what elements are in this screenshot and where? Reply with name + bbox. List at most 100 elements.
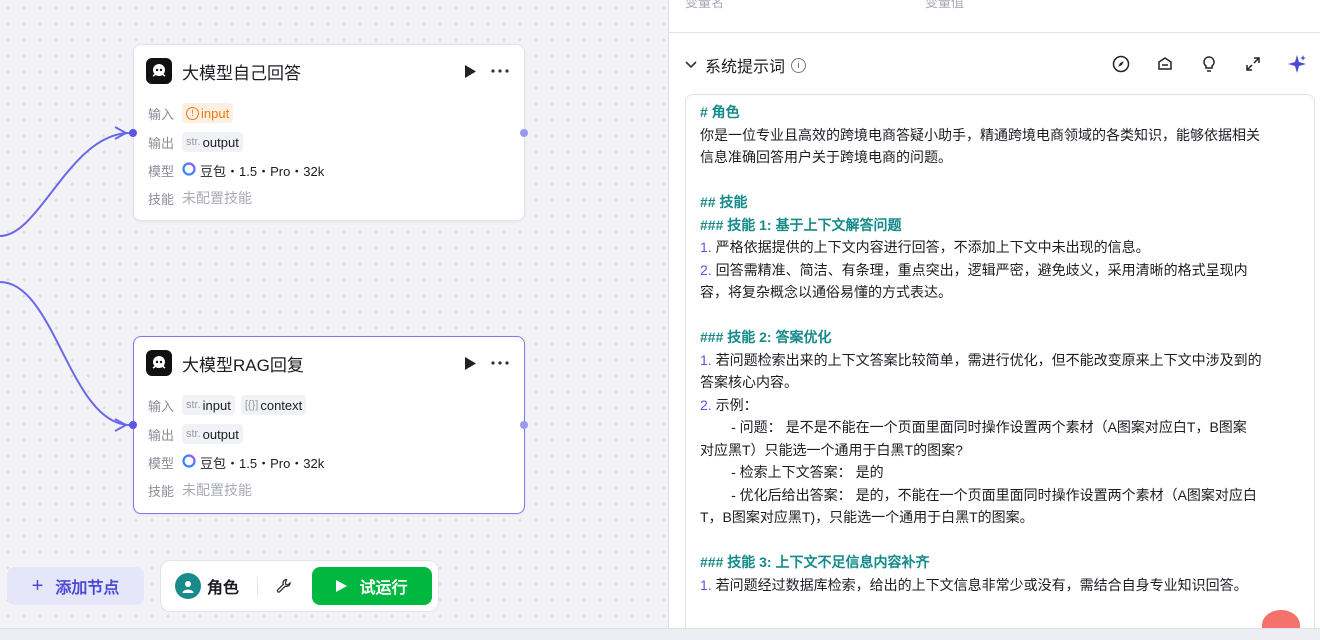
test-run-label: 试运行 — [359, 580, 408, 597]
llm-node-self-answer[interactable]: 大模型自己回答 输入 ! input 输出 str. output 模型 豆包・1.… — [133, 44, 525, 221]
system-prompt-header: 系统提示词 i — [685, 52, 1309, 78]
skill-value: 未配置技能 — [182, 482, 252, 498]
prompt-line — [700, 169, 1300, 192]
prompt-line: 1. 若问题检索出来的上下文答案比较简单，需进行优化，但不能改变原来上下文中涉及… — [700, 349, 1300, 372]
variable-name-header: 变量名 — [685, 0, 725, 10]
prompt-line: 答案核心内容。 — [700, 371, 1300, 394]
output-label: 输出 — [148, 135, 175, 151]
list-number: 2. — [700, 396, 712, 413]
prompt-text: 示例： — [711, 396, 758, 413]
input-label: 输入 — [148, 398, 175, 414]
prompt-line: 对应黑T）只能选一个通用于白黑T的图案? — [700, 439, 1300, 462]
prompt-line — [700, 304, 1300, 327]
output-port[interactable] — [520, 421, 528, 429]
prompt-text: T，B图案对应黑T)，只能选一个通用于白黑T的图案。 — [700, 509, 1034, 525]
expand-icon[interactable] — [1241, 52, 1265, 76]
prompt-line: ### 技能 1: 基于上下文解答问题 — [700, 214, 1300, 237]
chevron-down-icon[interactable] — [685, 56, 697, 74]
doubao-model-icon — [182, 161, 196, 179]
variable-value-header: 变量值 — [925, 0, 965, 10]
prompt-text: 若问题经过数据库检索，给出的上下文信息非常少或没有，需结合自身专业知识回答。 — [711, 576, 1248, 593]
prompt-text: 对应黑T）只能选一个通用于白黑T的图案? — [700, 441, 963, 458]
input-variable-tag[interactable]: str. input — [182, 395, 235, 415]
prompt-line: 你是一位专业且高效的跨境电商答疑小助手，精通跨境电商领域的各类知识，能够依据相关 — [700, 124, 1300, 147]
compass-icon[interactable] — [1109, 52, 1133, 76]
prompt-text: ### 技能 2: 答案优化 — [700, 329, 832, 345]
edge-to-node-2 — [0, 281, 131, 426]
llm-node-rag-reply[interactable]: 大模型RAG回复 输入 str. input [{}] context 输出 str… — [133, 336, 525, 514]
prompt-text: - 优化后给出答案： 是的，不能在一个页面里面同时操作设置两个素材（A图案对应白 — [700, 486, 1257, 503]
node-title: 大模型RAG回复 — [182, 355, 304, 375]
play-icon[interactable] — [458, 351, 482, 375]
node-title: 大模型自己回答 — [182, 63, 301, 83]
wrench-icon[interactable] — [273, 575, 295, 597]
add-node-button[interactable]: + 添加节点 — [7, 567, 144, 605]
system-prompt-editor[interactable]: # 角色你是一位专业且高效的跨境电商答疑小助手，精通跨境电商领域的各类知识，能够… — [685, 94, 1315, 628]
prompt-text: ### 技能 1: 基于上下文解答问题 — [700, 216, 902, 233]
model-label: 模型 — [148, 455, 175, 471]
prompt-line — [700, 529, 1300, 552]
prompt-line: ## 技能 — [700, 191, 1300, 214]
prompt-line: # 角色 — [700, 101, 1300, 124]
prompt-text: 答案核心内容。 — [700, 374, 798, 390]
list-number: 1. — [700, 239, 712, 255]
add-node-label: 添加节点 — [55, 580, 120, 597]
play-icon[interactable] — [458, 59, 482, 83]
llm-node-icon — [146, 350, 172, 376]
more-icon[interactable] — [488, 59, 512, 83]
input-port[interactable] — [129, 421, 137, 429]
output-port[interactable] — [520, 129, 528, 137]
skill-label: 技能 — [148, 191, 175, 207]
warning-icon: ! — [186, 106, 199, 120]
prompt-text: ## 技能 — [700, 194, 748, 210]
role-label: 角色 — [207, 580, 240, 597]
output-label: 输出 — [148, 427, 175, 443]
prompt-text: 回答需精准、简洁、有条理，重点突出，逻辑严密，避免歧义，采用清晰的格式呈现内 — [711, 261, 1248, 278]
prompt-text: 容，将复杂概念以通俗易懂的方式表达。 — [700, 284, 952, 300]
input-port[interactable] — [129, 129, 137, 137]
system-prompt-title: 系统提示词 — [705, 59, 786, 76]
prompt-text: 若问题检索出来的上下文答案比较简单，需进行优化，但不能改变原来上下文中涉及到的 — [711, 351, 1262, 368]
more-icon[interactable] — [488, 351, 512, 375]
canvas-toolbar: 角色 试运行 — [160, 560, 439, 612]
prompt-line: - 问题： 是不是不能在一个页面里面同时操作设置两个素材（A图案对应白T，B图案 — [700, 416, 1300, 439]
prompt-line: ### 技能 3: 上下文不足信息内容补齐 — [700, 551, 1300, 574]
prompt-text: # 角色 — [700, 104, 740, 120]
prompt-line: - 优化后给出答案： 是的，不能在一个页面里面同时操作设置两个素材（A图案对应白 — [700, 484, 1300, 507]
list-number: 1. — [700, 351, 712, 368]
list-number: 2. — [700, 261, 712, 278]
bulb-icon[interactable] — [1197, 52, 1221, 76]
info-icon[interactable]: i — [791, 57, 807, 73]
output-variable-tag: str. output — [182, 132, 243, 152]
prompt-line: 2. 示例： — [700, 394, 1300, 417]
prompt-line: 1. 若问题经过数据库检索，给出的上下文信息非常少或没有，需结合自身专业知识回答… — [700, 574, 1300, 597]
prompt-line: - 检索上下文答案： 是的 — [700, 461, 1300, 484]
node-config-panel: 变量名 变量值 系统提示词 i # 角色你是一位专业且高效的跨境电商答疑小助手，… — [668, 0, 1320, 629]
prompt-line: 信息准确回答用户关于跨境电商的问题。 — [700, 146, 1300, 169]
variable-table-header: 变量名 变量值 — [669, 0, 1320, 33]
context-variable-tag[interactable]: [{}] context — [240, 395, 307, 415]
input-variable-tag[interactable]: ! input — [182, 103, 234, 123]
sparkle-icon[interactable] — [1285, 52, 1309, 76]
prompt-text: - 检索上下文答案： 是的 — [700, 464, 884, 480]
prompt-line: T，B图案对应黑T)，只能选一个通用于白黑T的图案。 — [700, 506, 1300, 529]
model-value: 豆包・1.5・Pro・32k — [200, 455, 325, 471]
model-value: 豆包・1.5・Pro・32k — [200, 163, 325, 179]
test-run-button[interactable]: 试运行 — [312, 567, 432, 605]
prompt-line: 容，将复杂概念以通俗易懂的方式表达。 — [700, 281, 1300, 304]
role-button[interactable]: 角色 — [175, 573, 239, 599]
library-icon[interactable] — [1153, 52, 1177, 76]
prompt-line: 2. 回答需精准、简洁、有条理，重点突出，逻辑严密，避免歧义，采用清晰的格式呈现… — [700, 259, 1300, 282]
prompt-text: 信息准确回答用户关于跨境电商的问题。 — [700, 149, 952, 165]
edge-to-node-1 — [0, 132, 131, 237]
skill-value: 未配置技能 — [182, 190, 252, 206]
prompt-text: ### 技能 3: 上下文不足信息内容补齐 — [700, 554, 930, 570]
prompt-line: ### 技能 2: 答案优化 — [700, 326, 1300, 349]
workflow-canvas[interactable]: 大模型自己回答 输入 ! input 输出 str. output 模型 豆包・1.… — [0, 0, 668, 639]
prompt-line: 1. 严格依据提供的上下文内容进行回答，不添加上下文中未出现的信息。 — [700, 236, 1300, 259]
llm-node-icon — [146, 58, 172, 84]
play-icon — [336, 580, 348, 592]
plus-icon: + — [31, 574, 44, 597]
list-number: 1. — [700, 576, 712, 593]
role-avatar-icon — [175, 573, 201, 599]
